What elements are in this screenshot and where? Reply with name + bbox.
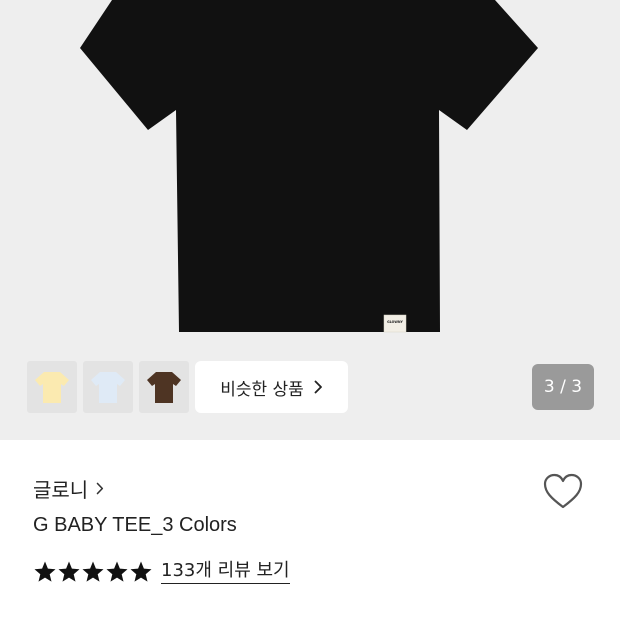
- product-image-gallery[interactable]: GLOWNY 비슷한 상품 3 / 3: [0, 0, 620, 440]
- star-icon: [82, 561, 104, 582]
- counter-current: 3: [543, 377, 555, 397]
- chevron-right-icon: [314, 380, 322, 394]
- counter-separator: /: [554, 377, 572, 397]
- brand-link[interactable]: 글로니: [33, 474, 104, 503]
- heart-icon[interactable]: [542, 472, 584, 510]
- thumbnail-yellow[interactable]: [27, 361, 77, 413]
- svg-text:GLOWNY: GLOWNY: [387, 320, 403, 324]
- rating-row: 133개 리뷰 보기: [33, 560, 290, 584]
- thumbnail-brown[interactable]: [139, 361, 189, 413]
- similar-products-button[interactable]: 비슷한 상품: [195, 361, 348, 413]
- star-icon: [130, 561, 152, 582]
- counter-total: 3: [571, 377, 583, 397]
- star-icon: [58, 561, 80, 582]
- similar-products-label: 비슷한 상품: [220, 379, 304, 400]
- product-title: G BABY TEE_3 Colors: [33, 514, 237, 536]
- brand-name: 글로니: [33, 478, 89, 502]
- rating-stars: [33, 560, 153, 584]
- image-counter: 3 / 3: [532, 364, 594, 410]
- garment-label: GLOWNY: [383, 314, 407, 333]
- chevron-right-icon: [96, 482, 104, 495]
- star-icon: [106, 561, 128, 582]
- reviews-link[interactable]: 133개 리뷰 보기: [161, 560, 290, 584]
- star-icon: [34, 561, 56, 582]
- thumbnail-blue[interactable]: [83, 361, 133, 413]
